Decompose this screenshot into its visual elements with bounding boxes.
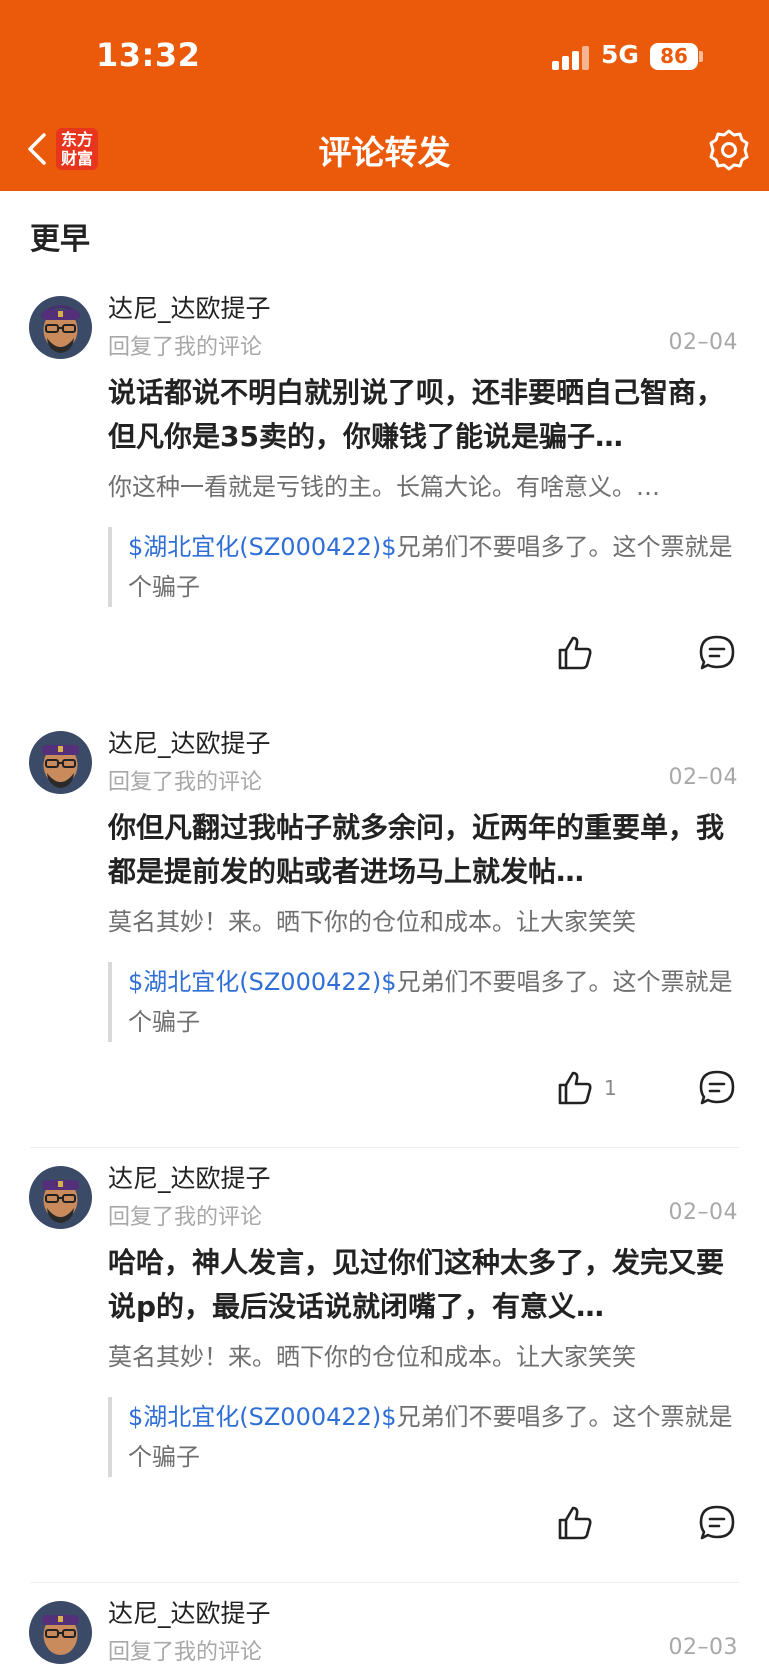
my-comment-text[interactable]: 你这种一看就是亏钱的主。长篇大论。有啥意义。… [108,469,738,505]
avatar[interactable] [29,1601,92,1664]
reply-button[interactable] [697,633,737,673]
date: 02–03 [668,1635,738,1660]
author-name[interactable]: 达尼_达欧提子 [108,289,271,325]
like-button[interactable] [556,633,604,673]
stock-link[interactable]: $湖北宜化(SZ000422)$ [128,1403,397,1431]
comment-text[interactable]: 哈哈，神人发言，见过你们这种太多了，发完又要说p的，最后没话说就闭嘴了，有意义… [108,1241,738,1329]
settings-button[interactable] [706,127,752,173]
avatar-image [29,1601,92,1664]
stock-link[interactable]: $湖北宜化(SZ000422)$ [128,968,397,996]
author-name[interactable]: 达尼_达欧提子 [108,1594,271,1630]
comment-item[interactable]: 达尼_达欧提子 回复了我的评论 02–04 哈哈，神人发言，见过你们这种太多了，… [0,1145,769,1580]
date: 02–04 [668,330,738,355]
divider [30,1147,739,1148]
comment-item[interactable]: 达尼_达欧提子 回复了我的评论 02–04 你但凡翻过我帖子就多余问，近两年的重… [0,710,769,1145]
avatar-image [29,1166,92,1229]
reply-button[interactable] [697,1503,737,1543]
reply-button[interactable] [697,1068,737,1108]
date: 02–04 [668,1200,738,1225]
nav-bar: 东方 财富 评论转发 [0,112,769,191]
stock-link[interactable]: $湖北宜化(SZ000422)$ [128,533,397,561]
battery-icon: 86 [650,43,698,70]
like-count: 1 [604,1076,617,1100]
author-name[interactable]: 达尼_达欧提子 [108,724,271,760]
section-title: 更早 [30,222,90,257]
comment-text[interactable]: 说话都说不明白就别说了呗，还非要晒自己智商，但凡你是35卖的，你赚钱了能说是骗子… [108,371,738,459]
comment-icon [699,1070,735,1105]
comment-text[interactable]: 你但凡翻过我帖子就多余问，近两年的重要单，我都是提前发的贴或者进场马上就发帖… [108,806,738,894]
network-label: 5G [601,40,639,69]
author-name[interactable]: 达尼_达欧提子 [108,1159,271,1195]
thumbs-up-icon [558,636,592,670]
comment-item[interactable]: 达尼_达欧提子 回复了我的评论 02–03 [0,1580,769,1665]
thumbs-up-icon [558,1071,592,1105]
page-title: 评论转发 [318,133,451,172]
action-subtitle: 回复了我的评论 [108,1205,263,1230]
gear-icon [709,129,749,171]
like-button[interactable]: 1 [556,1068,617,1108]
battery-cap [699,51,703,62]
my-comment-text[interactable]: 莫名其妙！来。晒下你的仓位和成本。让大家笑笑 [108,1339,738,1375]
comment-item[interactable]: 达尼_达欧提子 回复了我的评论 02–04 说话都说不明白就别说了呗，还非要晒自… [0,275,769,710]
quoted-post[interactable]: $湖北宜化(SZ000422)$兄弟们不要唱多了。这个票就是个骗子 [108,962,738,1042]
avatar-image [29,296,92,359]
status-time: 13:32 [96,36,201,74]
signal-icon [552,46,590,70]
comment-icon [699,635,735,670]
divider [30,1582,739,1583]
like-button[interactable] [556,1503,604,1543]
action-subtitle: 回复了我的评论 [108,770,263,795]
status-bar: 13:32 5G 86 [0,0,769,112]
avatar[interactable] [29,731,92,794]
quoted-post[interactable]: $湖北宜化(SZ000422)$兄弟们不要唱多了。这个票就是个骗子 [108,527,738,607]
my-comment-text[interactable]: 莫名其妙！来。晒下你的仓位和成本。让大家笑笑 [108,904,738,940]
comment-icon [699,1505,735,1540]
action-subtitle: 回复了我的评论 [108,1640,263,1665]
thumbs-up-icon [558,1506,592,1540]
quoted-post[interactable]: $湖北宜化(SZ000422)$兄弟们不要唱多了。这个票就是个骗子 [108,1397,738,1477]
avatar-image [29,731,92,794]
date: 02–04 [668,765,738,790]
avatar[interactable] [29,1166,92,1229]
avatar[interactable] [29,296,92,359]
action-subtitle: 回复了我的评论 [108,335,263,360]
